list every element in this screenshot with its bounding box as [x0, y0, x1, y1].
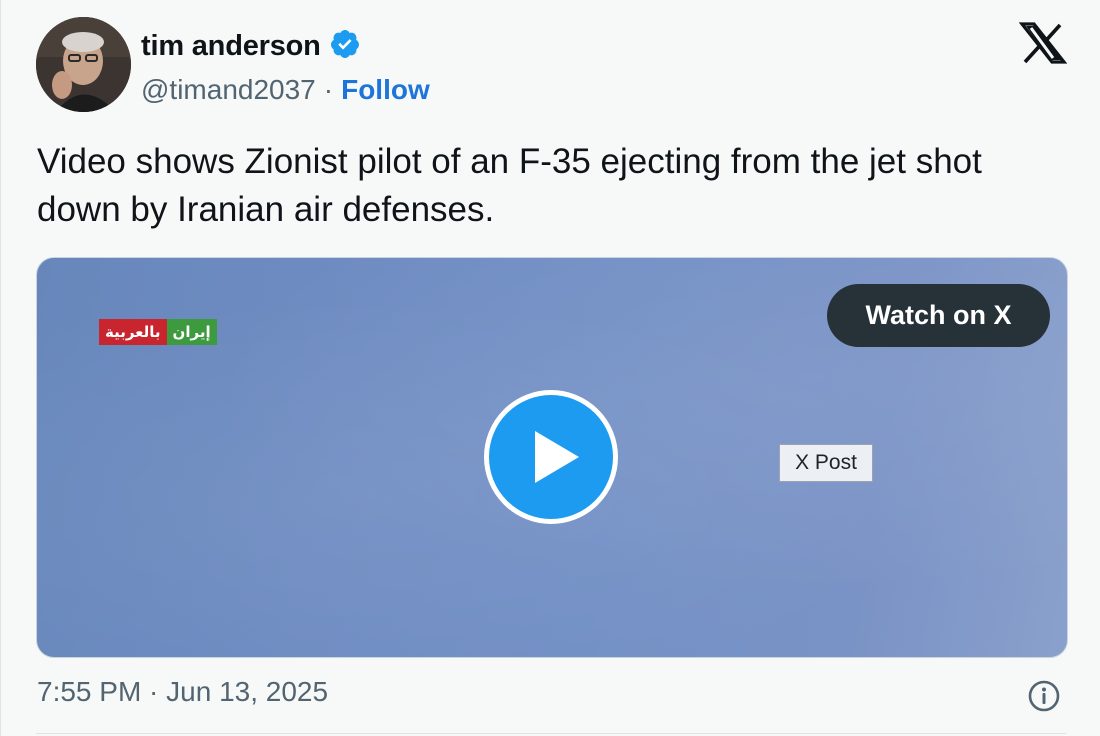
watermark-red: بالعربية	[99, 319, 167, 345]
watch-on-x-button[interactable]: Watch on X	[827, 284, 1050, 347]
author-name-row: tim anderson	[141, 26, 361, 66]
x-logo-icon[interactable]	[1018, 22, 1068, 64]
post-timestamp[interactable]: 7:55 PM · Jun 13, 2025	[37, 676, 328, 708]
divider	[36, 733, 1066, 734]
tweet-card: tim anderson @timand2037 · Follow Video …	[0, 0, 1100, 736]
author-name[interactable]: tim anderson	[141, 30, 321, 63]
channel-watermark: إيران بالعربية	[99, 319, 217, 345]
author-handle-row: @timand2037 · Follow	[141, 70, 430, 110]
video-media[interactable]: إيران بالعربية Watch on X X Post	[36, 257, 1068, 658]
play-icon	[535, 431, 579, 483]
play-button[interactable]	[484, 390, 618, 524]
info-icon[interactable]	[1027, 679, 1061, 713]
follow-button[interactable]: Follow	[341, 74, 430, 106]
avatar[interactable]	[36, 17, 131, 112]
tweet-text: Video shows Zionist pilot of an F-35 eje…	[37, 142, 982, 229]
handle-separator: ·	[323, 74, 334, 105]
watermark-green: إيران	[166, 319, 217, 345]
verified-badge-icon	[329, 28, 361, 65]
x-post-tooltip: X Post	[779, 444, 873, 482]
author-handle[interactable]: @timand2037	[141, 74, 316, 106]
